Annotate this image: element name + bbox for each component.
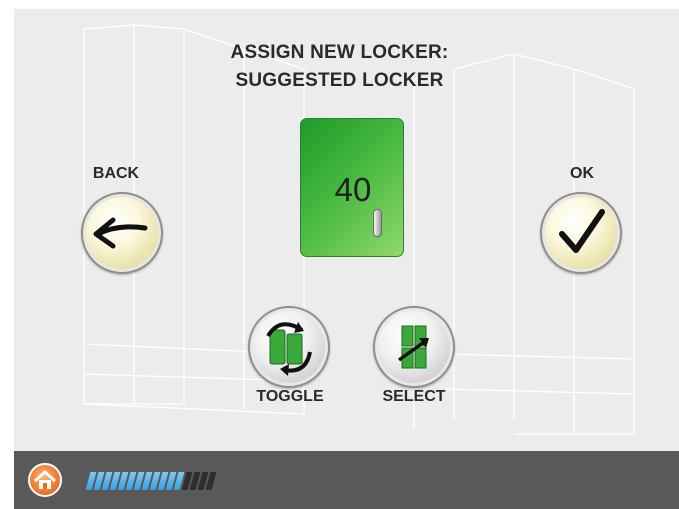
select-locker-icon (397, 325, 429, 369)
page-subtitle: SUGGESTED LOCKER (235, 70, 444, 91)
checkmark-icon (559, 209, 605, 253)
back-button[interactable] (81, 192, 163, 274)
back-label: BACK (92, 165, 140, 182)
arrow-left-icon (93, 217, 148, 249)
select-label: SELECT (382, 388, 446, 405)
home-icon (33, 470, 57, 489)
locker-number: 40 (334, 171, 372, 208)
toggle-label: TOGGLE (256, 388, 324, 405)
toggle-lockers-icon (266, 322, 312, 376)
bottom-status-bar (14, 451, 679, 509)
select-button[interactable] (373, 306, 455, 388)
home-button[interactable] (28, 463, 62, 497)
ok-label: OK (570, 165, 594, 182)
suggested-locker-door[interactable]: 40 (300, 118, 404, 257)
progress-indicator (85, 472, 217, 490)
toggle-button[interactable] (248, 306, 330, 388)
ok-button[interactable] (540, 192, 622, 274)
page-title: ASSIGN NEW LOCKER: (230, 42, 449, 63)
locker-handle-icon (373, 209, 382, 237)
